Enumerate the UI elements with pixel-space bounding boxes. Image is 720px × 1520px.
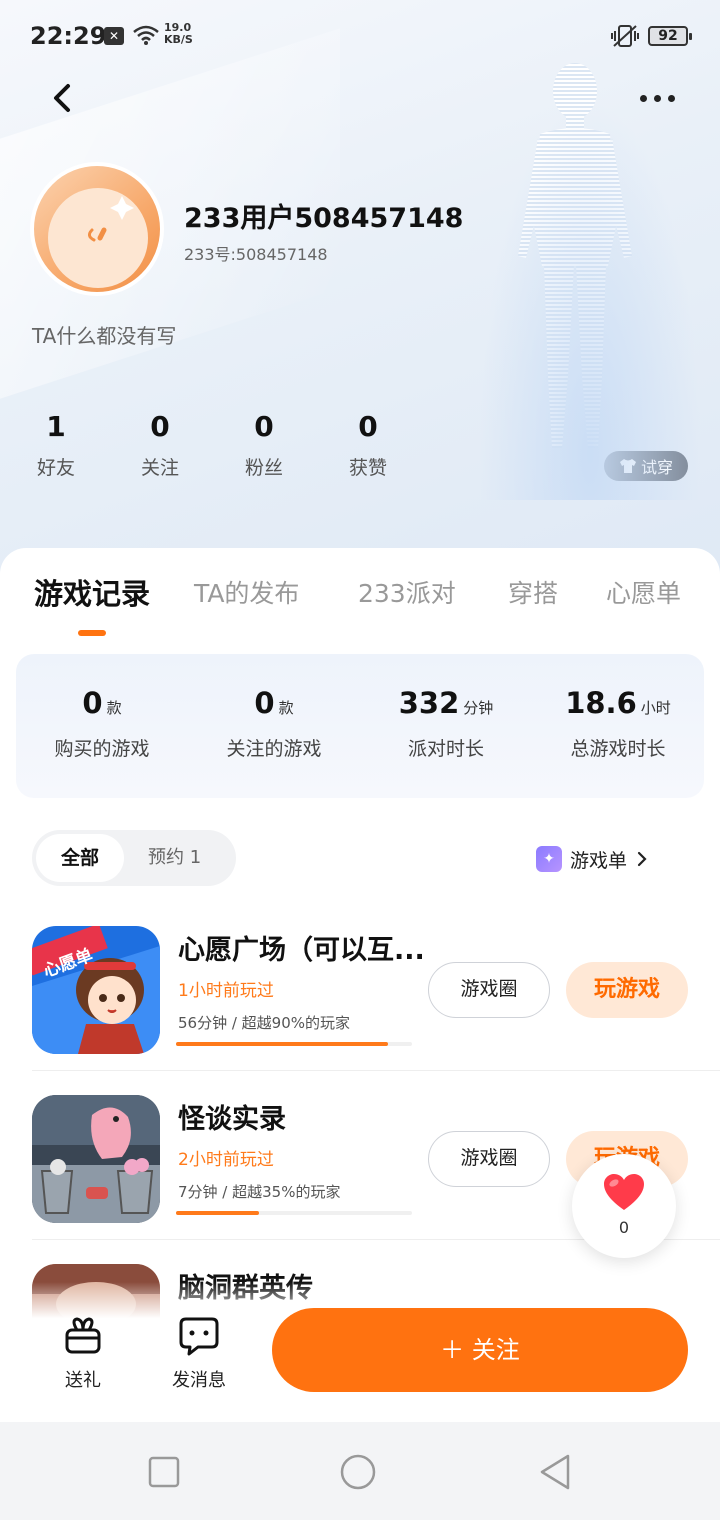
- message-label: 发消息: [172, 1370, 226, 1391]
- home-icon[interactable]: [338, 1452, 378, 1492]
- game-icon[interactable]: [32, 1095, 160, 1223]
- bottom-action-bar: 送礼 发消息 ＋ 关注: [0, 1282, 720, 1422]
- summary-party-time: 332 分钟 派对时长: [398, 686, 494, 760]
- tab-game-records[interactable]: 游戏记录: [34, 571, 150, 613]
- game-circle-button[interactable]: 游戏圈: [428, 1131, 550, 1187]
- dot-icon: [667, 94, 675, 102]
- play-time: 7分钟 / 超越35%的玩家: [178, 1183, 341, 1201]
- wish-plaza-icon: 心愿单: [32, 926, 160, 1054]
- back-triangle-icon[interactable]: [536, 1452, 576, 1492]
- avatar-mascot-icon: [87, 196, 134, 242]
- play-progress: [176, 1211, 412, 1215]
- game-summary: 0款 购买的游戏 0款 关注的游戏 332 分钟 派对时长 18.6 小时 总游戏时…: [16, 654, 704, 798]
- filter-toggle: 全部 预约 1: [32, 830, 236, 886]
- summary-purchased: 0款 购买的游戏: [54, 686, 150, 760]
- dot-icon: [653, 94, 661, 102]
- gift-icon: [65, 1317, 101, 1354]
- like-button[interactable]: 0: [572, 1154, 676, 1258]
- sparkle-icon: ✦: [536, 846, 562, 872]
- user-id: 233号:508457148: [184, 245, 328, 264]
- game-title: 心愿广场（可以互...: [178, 935, 425, 966]
- follow-button[interactable]: ＋ 关注: [272, 1308, 688, 1392]
- notification-icon: ✕: [104, 27, 124, 45]
- game-list-label: 游戏单: [570, 849, 628, 872]
- last-played: 1小时前玩过: [178, 981, 274, 1001]
- more-options-button[interactable]: [632, 86, 682, 110]
- stat-following[interactable]: 0 关注: [120, 410, 200, 480]
- tab-posts[interactable]: TA的发布: [194, 574, 299, 610]
- chevron-right-icon: [637, 851, 647, 867]
- stat-friends[interactable]: 1 好友: [16, 410, 96, 480]
- avatar-3d-figure[interactable]: [500, 56, 650, 476]
- filter-all[interactable]: 全部: [36, 834, 124, 882]
- shirt-icon: [619, 459, 636, 473]
- network-speed: 19.0 KB/S: [164, 21, 193, 46]
- strange-tales-icon: [32, 1095, 160, 1223]
- try-on-button[interactable]: 试穿: [604, 451, 688, 481]
- game-circle-button[interactable]: 游戏圈: [428, 962, 550, 1018]
- game-title: 怪谈实录: [178, 1104, 286, 1135]
- gift-label: 送礼: [65, 1370, 101, 1391]
- tab-outfits[interactable]: 穿搭: [508, 574, 558, 610]
- like-count: 0: [618, 1218, 630, 1237]
- recent-apps-icon[interactable]: [144, 1452, 184, 1492]
- game-icon[interactable]: 心愿单: [32, 926, 160, 1054]
- game-list-link[interactable]: ✦ 游戏单: [536, 844, 649, 874]
- chat-bubble-icon: [179, 1317, 219, 1356]
- play-time: 56分钟 / 超越90%的玩家: [178, 1014, 351, 1032]
- tab-wishlist[interactable]: 心愿单: [606, 574, 681, 610]
- game-item[interactable]: 心愿单 心愿广场（可以互... 1小时前玩过 56分钟 / 超越90%的玩家 游…: [0, 926, 720, 1094]
- gift-button[interactable]: 送礼: [38, 1316, 128, 1392]
- bio: TA什么都没有写: [32, 324, 177, 348]
- try-on-label: 试穿: [640, 458, 673, 477]
- summary-followed: 0款 关注的游戏: [226, 686, 322, 760]
- avatar[interactable]: [30, 162, 164, 296]
- tab-indicator: [78, 630, 106, 636]
- stat-fans[interactable]: 0 粉丝: [224, 410, 304, 480]
- divider: [32, 1070, 720, 1071]
- heart-icon: [604, 1174, 644, 1210]
- tab-party[interactable]: 233派对: [358, 574, 456, 610]
- last-played: 2小时前玩过: [178, 1150, 274, 1170]
- battery-indicator: 92: [648, 26, 692, 46]
- dot-icon: [639, 94, 647, 102]
- system-navigation-bar: [0, 1422, 720, 1520]
- play-progress: [176, 1042, 412, 1046]
- vibrate-mode-icon: [611, 25, 639, 47]
- profile-header: 试穿 22:29 ✕ 19.0 KB/S 92 233用户508457148 2…: [0, 0, 720, 580]
- message-button[interactable]: 发消息: [154, 1316, 244, 1392]
- status-bar: 22:29 ✕ 19.0 KB/S 92: [0, 0, 720, 72]
- username: 233用户508457148: [184, 203, 464, 234]
- progress-fill: [176, 1211, 259, 1215]
- clock: 22:29: [30, 22, 107, 50]
- summary-total-time: 18.6 小时 总游戏时长: [565, 686, 671, 760]
- wifi-icon: [133, 25, 159, 45]
- stat-likes[interactable]: 0 获赞: [328, 410, 408, 480]
- tab-bar: 游戏记录 TA的发布 233派对 穿搭 心愿单: [0, 574, 720, 624]
- play-game-button[interactable]: 玩游戏: [566, 962, 688, 1018]
- back-button[interactable]: [46, 80, 82, 116]
- progress-fill: [176, 1042, 389, 1046]
- filter-reserved[interactable]: 预约 1: [148, 830, 201, 886]
